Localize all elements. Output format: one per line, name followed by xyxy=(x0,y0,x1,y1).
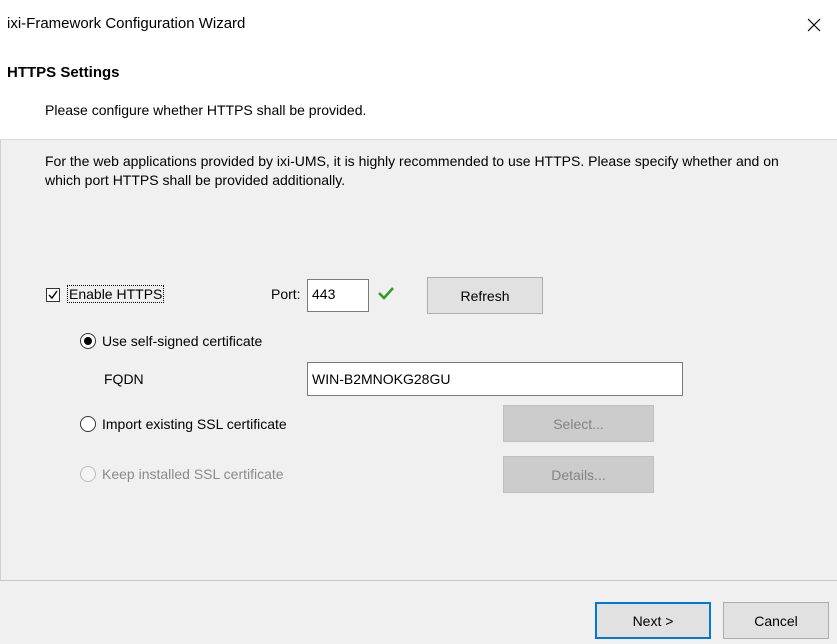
refresh-button[interactable]: Refresh xyxy=(427,277,543,314)
port-input[interactable]: 443 xyxy=(307,279,369,312)
next-button[interactable]: Next > xyxy=(595,602,711,639)
page-subtitle: Please configure whether HTTPS shall be … xyxy=(45,102,367,118)
select-button[interactable]: Select... xyxy=(503,405,654,442)
intro-text: For the web applications provided by ixi… xyxy=(45,153,779,188)
close-icon[interactable] xyxy=(791,0,837,50)
window-left-border xyxy=(0,140,1,580)
fqdn-label: FQDN xyxy=(104,371,144,387)
window-title: ixi-Framework Configuration Wizard xyxy=(7,15,246,32)
enable-https-label[interactable]: Enable HTTPS xyxy=(67,285,165,303)
radio-selected-dot xyxy=(84,337,92,345)
keep-installed-label[interactable]: Keep installed SSL certificate xyxy=(102,466,284,482)
title-bar: ixi-Framework Configuration Wizard xyxy=(0,0,837,50)
details-button[interactable]: Details... xyxy=(503,456,654,493)
cancel-button[interactable]: Cancel xyxy=(723,602,829,639)
page-title: HTTPS Settings xyxy=(7,64,120,81)
footer-separator xyxy=(0,580,837,581)
self-signed-radio[interactable] xyxy=(80,333,96,349)
checkmark-icon xyxy=(48,290,58,300)
fqdn-input[interactable]: WIN-B2MNOKG28GU xyxy=(307,362,683,396)
port-valid-check-icon xyxy=(377,285,395,304)
enable-https-checkbox[interactable] xyxy=(46,288,60,302)
wizard-header: HTTPS Settings Please configure whether … xyxy=(0,50,837,140)
keep-installed-radio[interactable] xyxy=(80,466,96,482)
import-certificate-label[interactable]: Import existing SSL certificate xyxy=(102,416,287,432)
self-signed-label[interactable]: Use self-signed certificate xyxy=(102,333,262,349)
enable-https-label-text: Enable HTTPS xyxy=(67,285,165,303)
import-certificate-radio[interactable] xyxy=(80,416,96,432)
port-label: Port: xyxy=(271,286,301,302)
